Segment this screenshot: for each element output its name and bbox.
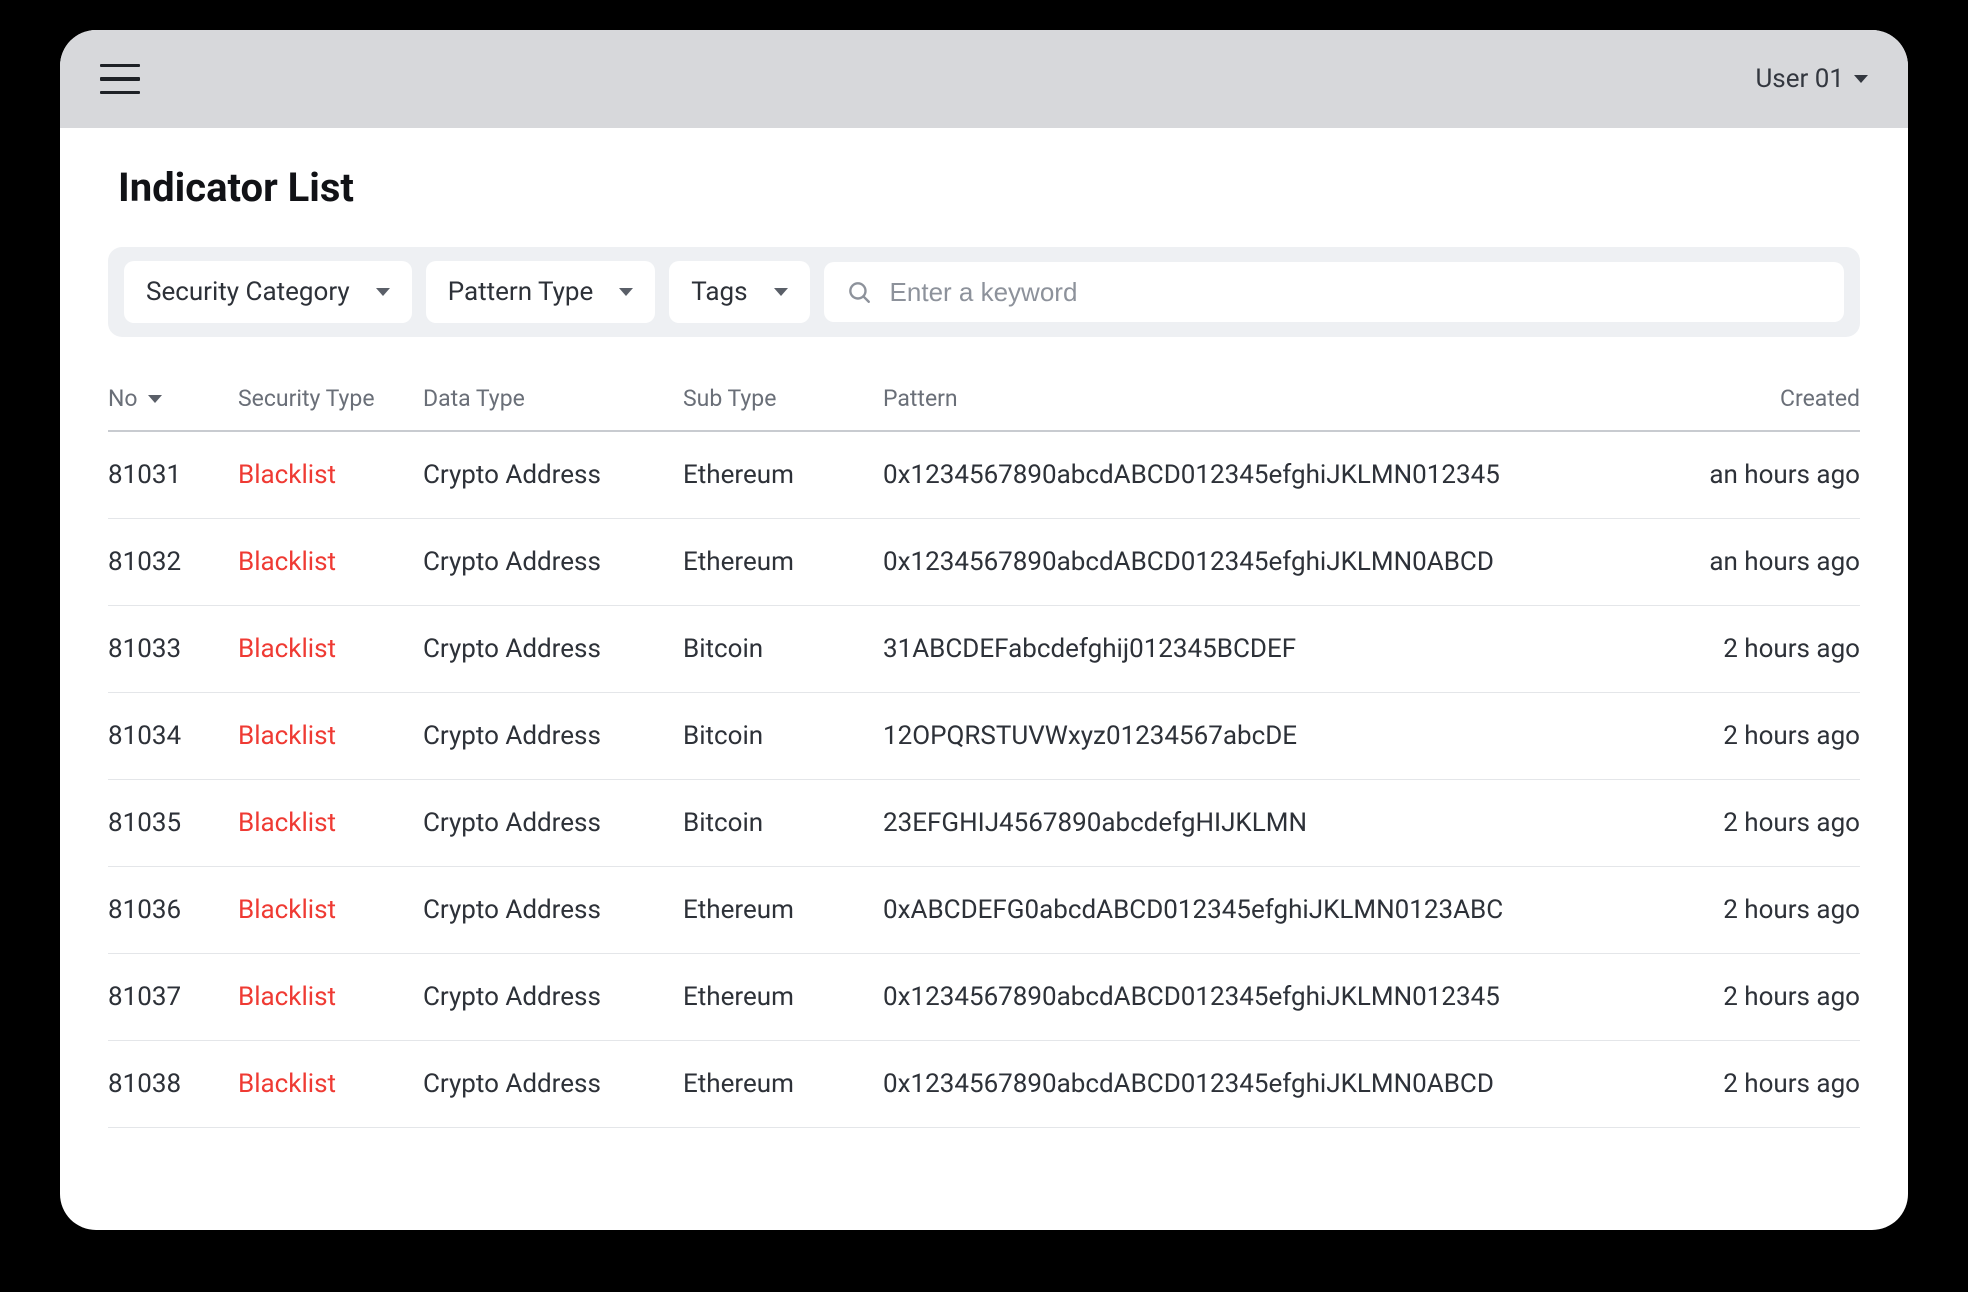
cell-pattern: 23EFGHIJ4567890abcdefgHIJKLMN bbox=[883, 780, 1640, 867]
table-row[interactable]: 81033BlacklistCrypto AddressBitcoin31ABC… bbox=[108, 606, 1860, 693]
cell-sub_type: Bitcoin bbox=[683, 693, 883, 780]
cell-data_type: Crypto Address bbox=[423, 606, 683, 693]
cell-data_type: Crypto Address bbox=[423, 867, 683, 954]
filter-bar: Security Category Pattern Type Tags bbox=[108, 247, 1860, 337]
table-header-row: No Security Type Data Type Sub Type Patt… bbox=[108, 385, 1860, 431]
chevron-down-icon bbox=[774, 288, 788, 296]
search-box bbox=[824, 262, 1844, 322]
col-header-security-type[interactable]: Security Type bbox=[238, 385, 423, 431]
table-row[interactable]: 81031BlacklistCrypto AddressEthereum0x12… bbox=[108, 431, 1860, 519]
cell-security_type: Blacklist bbox=[238, 431, 423, 519]
cell-security_type: Blacklist bbox=[238, 954, 423, 1041]
search-icon bbox=[846, 279, 872, 305]
page-title: Indicator List bbox=[118, 164, 1860, 211]
chevron-down-icon bbox=[376, 288, 390, 296]
cell-sub_type: Bitcoin bbox=[683, 780, 883, 867]
menu-icon[interactable] bbox=[100, 64, 140, 95]
cell-pattern: 31ABCDEFabcdefghij012345BCDEF bbox=[883, 606, 1640, 693]
pattern-type-dropdown[interactable]: Pattern Type bbox=[426, 261, 656, 323]
cell-pattern: 0x1234567890abcdABCD012345efghiJKLMN0123… bbox=[883, 954, 1640, 1041]
security-category-dropdown[interactable]: Security Category bbox=[124, 261, 412, 323]
col-header-sub-type[interactable]: Sub Type bbox=[683, 385, 883, 431]
cell-created: 2 hours ago bbox=[1640, 693, 1860, 780]
cell-no: 81036 bbox=[108, 867, 238, 954]
cell-security_type: Blacklist bbox=[238, 519, 423, 606]
cell-created: 2 hours ago bbox=[1640, 954, 1860, 1041]
cell-security_type: Blacklist bbox=[238, 606, 423, 693]
cell-pattern: 0x1234567890abcdABCD012345efghiJKLMN0123… bbox=[883, 431, 1640, 519]
cell-data_type: Crypto Address bbox=[423, 780, 683, 867]
cell-security_type: Blacklist bbox=[238, 780, 423, 867]
cell-created: 2 hours ago bbox=[1640, 780, 1860, 867]
chevron-down-icon bbox=[1854, 75, 1868, 83]
cell-no: 81037 bbox=[108, 954, 238, 1041]
cell-data_type: Crypto Address bbox=[423, 519, 683, 606]
cell-pattern: 0x1234567890abcdABCD012345efghiJKLMN0ABC… bbox=[883, 1041, 1640, 1128]
chevron-down-icon bbox=[148, 395, 162, 403]
cell-security_type: Blacklist bbox=[238, 1041, 423, 1128]
cell-created: 2 hours ago bbox=[1640, 1041, 1860, 1128]
col-header-label: No bbox=[108, 385, 138, 412]
cell-sub_type: Ethereum bbox=[683, 431, 883, 519]
cell-data_type: Crypto Address bbox=[423, 693, 683, 780]
cell-created: 2 hours ago bbox=[1640, 867, 1860, 954]
cell-no: 81032 bbox=[108, 519, 238, 606]
topbar: User 01 bbox=[60, 30, 1908, 128]
table-row[interactable]: 81034BlacklistCrypto AddressBitcoin12OPQ… bbox=[108, 693, 1860, 780]
table-row[interactable]: 81037BlacklistCrypto AddressEthereum0x12… bbox=[108, 954, 1860, 1041]
cell-security_type: Blacklist bbox=[238, 867, 423, 954]
cell-created: an hours ago bbox=[1640, 431, 1860, 519]
cell-sub_type: Bitcoin bbox=[683, 606, 883, 693]
cell-no: 81033 bbox=[108, 606, 238, 693]
cell-no: 81031 bbox=[108, 431, 238, 519]
col-header-created[interactable]: Created bbox=[1640, 385, 1860, 431]
chevron-down-icon bbox=[619, 288, 633, 296]
col-header-no[interactable]: No bbox=[108, 385, 238, 431]
cell-pattern: 0x1234567890abcdABCD012345efghiJKLMN0ABC… bbox=[883, 519, 1640, 606]
table-row[interactable]: 81038BlacklistCrypto AddressEthereum0x12… bbox=[108, 1041, 1860, 1128]
user-label: User 01 bbox=[1755, 64, 1844, 94]
cell-sub_type: Ethereum bbox=[683, 519, 883, 606]
cell-created: 2 hours ago bbox=[1640, 606, 1860, 693]
cell-data_type: Crypto Address bbox=[423, 431, 683, 519]
cell-sub_type: Ethereum bbox=[683, 954, 883, 1041]
table-row[interactable]: 81035BlacklistCrypto AddressBitcoin23EFG… bbox=[108, 780, 1860, 867]
cell-no: 81034 bbox=[108, 693, 238, 780]
dropdown-label: Tags bbox=[691, 277, 747, 307]
search-input[interactable] bbox=[890, 277, 1822, 308]
indicator-table: No Security Type Data Type Sub Type Patt… bbox=[108, 385, 1860, 1128]
cell-sub_type: Ethereum bbox=[683, 867, 883, 954]
cell-pattern: 12OPQRSTUVWxyz01234567abcDE bbox=[883, 693, 1640, 780]
user-menu[interactable]: User 01 bbox=[1755, 64, 1868, 94]
cell-data_type: Crypto Address bbox=[423, 954, 683, 1041]
cell-created: an hours ago bbox=[1640, 519, 1860, 606]
col-header-pattern[interactable]: Pattern bbox=[883, 385, 1640, 431]
table-row[interactable]: 81032BlacklistCrypto AddressEthereum0x12… bbox=[108, 519, 1860, 606]
cell-security_type: Blacklist bbox=[238, 693, 423, 780]
content-area: Indicator List Security Category Pattern… bbox=[60, 128, 1908, 1128]
cell-pattern: 0xABCDEFG0abcdABCD012345efghiJKLMN0123AB… bbox=[883, 867, 1640, 954]
cell-data_type: Crypto Address bbox=[423, 1041, 683, 1128]
cell-no: 81035 bbox=[108, 780, 238, 867]
cell-no: 81038 bbox=[108, 1041, 238, 1128]
app-window: User 01 Indicator List Security Category… bbox=[60, 30, 1908, 1230]
tags-dropdown[interactable]: Tags bbox=[669, 261, 809, 323]
col-header-data-type[interactable]: Data Type bbox=[423, 385, 683, 431]
dropdown-label: Pattern Type bbox=[448, 277, 594, 307]
dropdown-label: Security Category bbox=[146, 277, 350, 307]
table-row[interactable]: 81036BlacklistCrypto AddressEthereum0xAB… bbox=[108, 867, 1860, 954]
cell-sub_type: Ethereum bbox=[683, 1041, 883, 1128]
